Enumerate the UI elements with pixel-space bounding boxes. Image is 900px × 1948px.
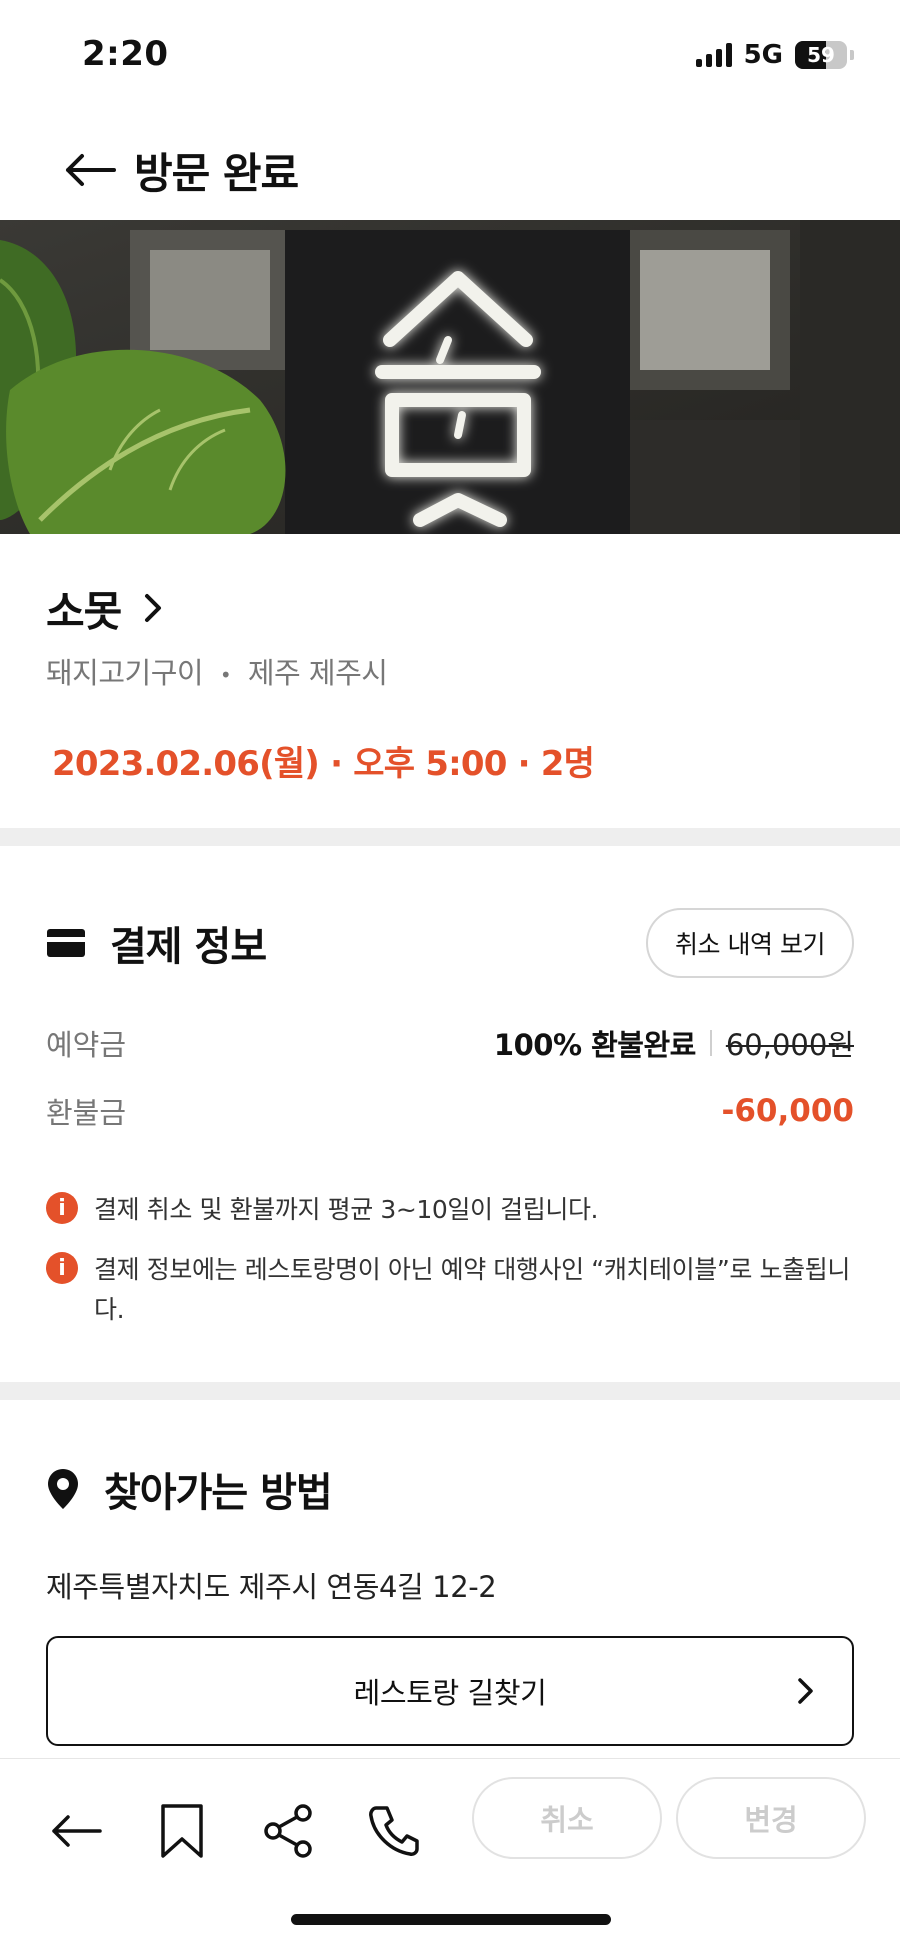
section-divider bbox=[0, 828, 900, 846]
value-separator bbox=[709, 1030, 712, 1056]
restaurant-location: 제주 제주시 bbox=[247, 656, 388, 690]
status-time: 2:20 bbox=[82, 34, 169, 74]
restaurant-photo bbox=[0, 220, 900, 534]
change-reservation-button[interactable]: 변경 bbox=[676, 1777, 866, 1859]
refund-row: 환불금 -60,000 bbox=[46, 1076, 854, 1146]
payment-title: 결제 정보 bbox=[110, 924, 267, 970]
bookmark-icon bbox=[161, 1804, 203, 1858]
back-button[interactable] bbox=[40, 120, 140, 220]
info-icon: i bbox=[46, 1192, 78, 1224]
status-bar: 2:20 5G 59 bbox=[0, 0, 900, 110]
restaurant-name-link[interactable]: 소못 bbox=[46, 578, 854, 638]
cancel-reservation-button[interactable]: 취소 bbox=[472, 1777, 662, 1859]
notice-item: i 결제 정보에는 레스토랑명이 아닌 예약 대행사인 “캐치테이블”로 노출됩… bbox=[46, 1250, 854, 1330]
cancel-history-button[interactable]: 취소 내역 보기 bbox=[646, 908, 854, 978]
deposit-value: 100% 환불완료 60,000원 bbox=[494, 1022, 854, 1064]
find-way-label: 레스토랑 길찾기 bbox=[353, 1676, 547, 1710]
battery-percent: 59 bbox=[807, 43, 835, 67]
page-title: 방문 완료 bbox=[134, 148, 299, 198]
card-icon bbox=[47, 929, 85, 957]
header: 방문 완료 bbox=[0, 120, 900, 220]
chevron-right-icon bbox=[145, 594, 162, 622]
location-pin-icon bbox=[48, 1469, 78, 1509]
bookmark-button[interactable] bbox=[142, 1791, 222, 1871]
directions-section: 찾아가는 방법 제주특별자치도 제주시 연동4길 12-2 레스토랑 길찾기 bbox=[0, 1402, 900, 1758]
restaurant-meta: 돼지고기구이 • 제주 제주시 bbox=[46, 650, 854, 692]
call-button[interactable] bbox=[354, 1791, 434, 1871]
reservation-datetime: 2023.02.06(월) · 오후 5:00 · 2명 bbox=[52, 744, 595, 784]
payment-header: 결제 정보 취소 내역 보기 bbox=[46, 908, 854, 978]
notice-text: 결제 정보에는 레스토랑명이 아닌 예약 대행사인 “캐치테이블”로 노출됩니다… bbox=[94, 1255, 850, 1324]
deposit-label: 예약금 bbox=[46, 1028, 127, 1062]
network-type: 5G bbox=[743, 40, 783, 70]
meta-bullet: • bbox=[219, 663, 232, 687]
signal-icon bbox=[695, 43, 732, 67]
status-indicators: 5G 59 bbox=[695, 40, 854, 70]
home-indicator bbox=[291, 1914, 611, 1925]
deposit-row: 예약금 100% 환불완료 60,000원 bbox=[46, 1008, 854, 1078]
battery-icon: 59 bbox=[795, 41, 847, 69]
restaurant-address: 제주특별자치도 제주시 연동4길 12-2 bbox=[46, 1570, 497, 1604]
notice-item: i 결제 취소 및 환불까지 평균 3~10일이 걸립니다. bbox=[46, 1190, 854, 1230]
refund-label: 환불금 bbox=[46, 1096, 127, 1130]
share-icon bbox=[264, 1804, 312, 1858]
directions-header: 찾아가는 방법 bbox=[46, 1454, 854, 1524]
notice-text: 결제 취소 및 환불까지 평균 3~10일이 걸립니다. bbox=[94, 1195, 599, 1224]
restaurant-info: 소못 돼지고기구이 • 제주 제주시 2023.02.06(월) · 오후 5:… bbox=[0, 534, 900, 828]
original-price: 60,000원 bbox=[725, 1028, 854, 1062]
chevron-right-icon bbox=[798, 1678, 813, 1704]
back-nav-button[interactable] bbox=[36, 1791, 116, 1871]
restaurant-category: 돼지고기구이 bbox=[46, 656, 204, 690]
back-arrow-icon bbox=[52, 1815, 102, 1847]
battery-cap bbox=[850, 50, 854, 60]
restaurant-name: 소못 bbox=[46, 586, 122, 636]
directions-title: 찾아가는 방법 bbox=[104, 1470, 333, 1516]
refund-amount: -60,000 bbox=[721, 1093, 855, 1129]
info-icon: i bbox=[46, 1252, 78, 1284]
refund-status: 100% 환불완료 bbox=[493, 1028, 696, 1062]
phone-icon bbox=[369, 1806, 419, 1856]
payment-section: 결제 정보 취소 내역 보기 예약금 100% 환불완료 60,000원 환불금… bbox=[0, 848, 900, 1382]
back-arrow-icon bbox=[66, 154, 116, 186]
share-button[interactable] bbox=[248, 1791, 328, 1871]
section-divider bbox=[0, 1382, 900, 1400]
restaurant-sign-image bbox=[0, 220, 900, 534]
find-way-button[interactable]: 레스토랑 길찾기 bbox=[46, 1636, 854, 1746]
